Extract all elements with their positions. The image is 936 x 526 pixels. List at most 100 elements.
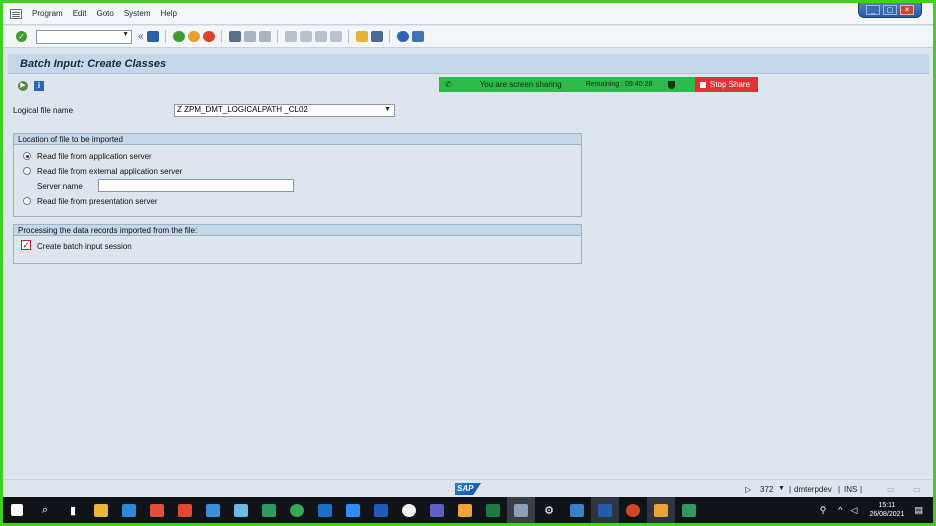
last-page-icon[interactable] (329, 31, 342, 42)
standard-toolbar: ✓ ▼ « (3, 26, 933, 48)
logical-file-field[interactable]: Z ZPM_DMT_LOGICALPATH _CL02 ▼ (174, 104, 395, 117)
back-icon[interactable] (172, 31, 185, 42)
layout-icon[interactable]: ▭ (887, 485, 895, 494)
screen-share-banner: ✆ You are screen sharing Remaining : 09:… (439, 77, 695, 92)
radio-presentation-server-label: Read file from presentation server (37, 197, 158, 206)
find-next-icon[interactable] (258, 31, 271, 42)
app2-icon[interactable] (563, 497, 591, 523)
taskbar-app-icon[interactable] (507, 497, 535, 523)
clock[interactable]: 15:11 26/08/2021 (869, 501, 904, 519)
chevron-down-icon[interactable]: ▼ (122, 31, 129, 38)
shortcut-icon[interactable] (370, 31, 383, 42)
group-title: Processing the data records imported fro… (14, 225, 581, 236)
status-separator: | (789, 485, 792, 494)
word-icon[interactable] (591, 497, 619, 523)
outlook-icon[interactable] (311, 497, 339, 523)
notification-icon[interactable]: ▤ (914, 505, 923, 516)
prev-page-icon[interactable] (299, 31, 312, 42)
tasks-icon[interactable] (451, 497, 479, 523)
title-bar: Batch Input: Create Classes (8, 54, 929, 74)
command-field[interactable]: ▼ (36, 29, 132, 44)
toolbar-separator (347, 30, 349, 43)
print-icon[interactable] (228, 31, 241, 42)
chevron-down-icon[interactable]: ▼ (778, 485, 785, 492)
settings-icon[interactable]: ⚙ (535, 497, 563, 523)
sap-window: Program Edit Goto System Help _ ▢ ✕ ✓ ▼ … (3, 3, 933, 497)
input-mode: INS (844, 485, 858, 494)
screen-share-message: You are screen sharing (479, 80, 562, 89)
powerpoint-icon[interactable] (619, 497, 647, 523)
shield-icon (668, 80, 676, 89)
cancel-icon[interactable] (202, 31, 215, 42)
chrome-icon[interactable] (283, 497, 311, 523)
screen-share-remaining: Remaining : 09:40:28 (585, 81, 653, 88)
radio-application-server-label: Read file from application server (37, 152, 152, 161)
radio-application-server[interactable] (23, 152, 31, 160)
system-tray: ⚲ ^ ◁ 15:11 26/08/2021 ▤ (820, 497, 933, 523)
s-app-icon[interactable] (171, 497, 199, 523)
stop-icon (700, 81, 706, 88)
toolbar-separator (164, 30, 166, 43)
mail-icon[interactable] (115, 497, 143, 523)
info-icon[interactable]: i (34, 81, 44, 91)
collapse-icon[interactable]: « (138, 31, 144, 42)
sap-logon-icon[interactable] (647, 497, 675, 523)
windows-start-icon[interactable] (3, 497, 31, 523)
people-icon[interactable]: ⚲ (820, 505, 827, 516)
status-expand-icon[interactable]: ▷ (745, 485, 751, 494)
teams-icon[interactable] (423, 497, 451, 523)
popcorn-icon[interactable] (143, 497, 171, 523)
server-name-field[interactable] (98, 179, 294, 192)
page-title: Batch Input: Create Classes (20, 58, 167, 70)
file-explorer-icon[interactable] (87, 497, 115, 523)
toolbar-separator (388, 30, 390, 43)
menu-edit[interactable]: Edit (73, 9, 87, 18)
tray-icon[interactable] (675, 497, 703, 523)
find-icon[interactable] (243, 31, 256, 42)
radio-presentation-server[interactable] (23, 197, 31, 205)
close-button[interactable]: ✕ (900, 5, 914, 15)
menu-help[interactable]: Help (161, 9, 177, 18)
minimize-button[interactable]: _ (866, 5, 880, 15)
stop-share-button[interactable]: Stop Share (695, 77, 758, 92)
system-menu-icon[interactable] (10, 8, 22, 19)
window-controls: _ ▢ ✕ (858, 3, 922, 18)
toolbar-separator (276, 30, 278, 43)
itunes-icon[interactable] (395, 497, 423, 523)
app-icon[interactable] (255, 497, 283, 523)
task-view-icon[interactable]: ▮ (59, 497, 87, 523)
sap-logo: SAP (455, 483, 481, 495)
vs-code-icon[interactable] (367, 497, 395, 523)
server-name: dmterpdev (794, 485, 832, 494)
create-session-label: Create batch input session (37, 242, 132, 251)
first-page-icon[interactable] (284, 31, 297, 42)
create-session-checkbox[interactable]: ✓ (21, 240, 31, 250)
menu-system[interactable]: System (124, 9, 151, 18)
notepad-icon[interactable] (227, 497, 255, 523)
menu-goto[interactable]: Goto (96, 9, 113, 18)
create-session-icon[interactable] (355, 31, 368, 42)
status-bar: SAP ▷ 372 ▼ | dmterpdev | INS | ▭ ▭ (3, 479, 933, 497)
save-icon[interactable] (146, 31, 159, 42)
menu-bar: Program Edit Goto System Help _ ▢ ✕ (3, 3, 933, 25)
keyboard-icon[interactable]: ▭ (913, 485, 921, 494)
next-page-icon[interactable] (314, 31, 327, 42)
layout-icon[interactable] (411, 31, 424, 42)
status-separator: | (860, 485, 863, 494)
radio-external-server[interactable] (23, 167, 31, 175)
execute-icon[interactable]: ▶ (18, 81, 28, 91)
excel-icon[interactable] (479, 497, 507, 523)
toolbar-separator (220, 30, 222, 43)
enter-icon[interactable]: ✓ (16, 31, 27, 42)
volume-icon[interactable]: ◁ (851, 505, 858, 516)
chevron-down-icon[interactable]: ▼ (384, 105, 391, 115)
search-icon[interactable]: ⌕ (31, 497, 59, 523)
chevron-up-icon[interactable]: ^ (838, 505, 842, 515)
restore-button[interactable]: ▢ (883, 5, 897, 15)
zoom-icon[interactable] (339, 497, 367, 523)
help-icon[interactable] (396, 31, 409, 42)
store-icon[interactable] (199, 497, 227, 523)
exit-icon[interactable] (187, 31, 200, 42)
menu-program[interactable]: Program (32, 9, 63, 18)
phone-icon: ✆ (445, 80, 452, 89)
